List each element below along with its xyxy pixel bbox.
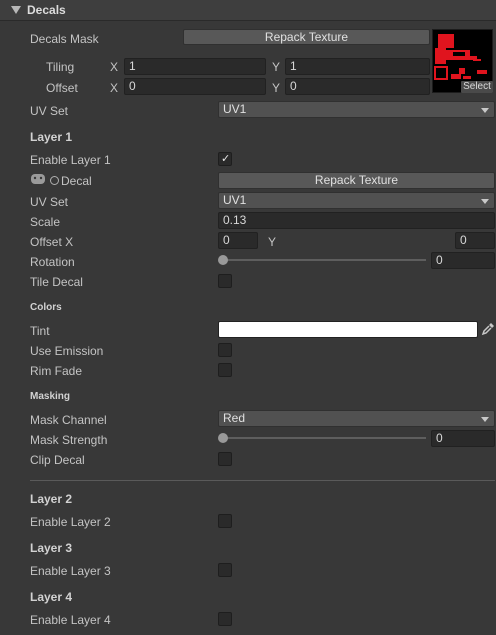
layer1-uv-set-dropdown[interactable]: UV1 [218,192,495,209]
enable-layer2-checkbox[interactable] [218,514,232,528]
enable-layer1-label: Enable Layer 1 [30,153,111,167]
masking-title: Masking [30,391,71,402]
layer1-uv-set-label: UV Set [30,195,69,209]
eyedropper-icon[interactable] [481,322,495,336]
mask-strength-slider[interactable] [218,432,426,444]
scale-label: Scale [30,215,61,229]
offset-y-label: Y [272,81,281,95]
offset-x-label-layer1: Offset X [30,235,74,249]
tiling-x-label: X [110,60,119,74]
enable-layer2-label: Enable Layer 2 [30,515,111,529]
offset-label: Offset [46,81,78,95]
rotation-slider-knob[interactable] [218,255,228,265]
rotation-label: Rotation [30,255,75,269]
tiling-x-field[interactable]: 1 [124,58,266,75]
layer1-repack-texture-button[interactable]: Repack Texture [218,172,495,189]
colors-title: Colors [30,302,62,313]
uv-set-label: UV Set [30,104,69,118]
enable-layer4-checkbox[interactable] [218,612,232,626]
mask-channel-dropdown[interactable]: Red [218,410,495,427]
mask-strength-field[interactable]: 0 [431,430,495,447]
enable-layer3-label: Enable Layer 3 [30,564,111,578]
offset-y-field[interactable]: 0 [285,78,430,95]
repack-texture-button[interactable]: Repack Texture [183,29,430,45]
section-title: Decals [27,3,66,17]
layer1-title: Layer 1 [30,130,73,144]
tile-decal-checkbox[interactable] [218,274,232,288]
decal-label: Decal [61,174,92,188]
decals-foldout-header[interactable] [0,0,496,21]
tile-decal-label: Tile Decal [30,275,83,289]
dropdown-arrow-icon [481,108,489,113]
rotation-field[interactable]: 0 [431,252,495,269]
tiling-y-label: Y [272,60,281,74]
mask-channel-value: Red [223,411,246,425]
checkmark-icon: ✓ [221,152,231,165]
uv-set-dropdown[interactable]: UV1 [218,101,495,118]
tiling-label: Tiling [46,60,75,74]
mask-channel-label: Mask Channel [30,413,107,427]
rim-fade-checkbox[interactable] [218,363,232,377]
clip-decal-checkbox[interactable] [218,452,232,466]
dropdown-arrow-icon [481,417,489,422]
rotation-slider[interactable] [218,254,426,266]
foldout-arrow-icon[interactable] [11,6,21,14]
object-picker-icon[interactable] [50,176,59,185]
rim-fade-label: Rim Fade [30,364,83,378]
tint-color-field[interactable] [218,321,478,338]
use-emission-label: Use Emission [30,344,104,358]
select-texture-button[interactable]: Select [461,81,493,93]
clip-decal-label: Clip Decal [30,453,85,467]
tint-label: Tint [30,324,50,338]
layer1-offset-x-field[interactable]: 0 [218,232,258,249]
scale-field[interactable]: 0.13 [218,212,495,229]
enable-layer4-label: Enable Layer 4 [30,613,111,627]
mask-strength-slider-knob[interactable] [218,433,228,443]
dropdown-arrow-icon [481,199,489,204]
layer4-title: Layer 4 [30,590,73,604]
layer2-title: Layer 2 [30,492,73,506]
gamepad-icon [30,172,46,186]
offset-x-field[interactable]: 0 [124,78,266,95]
section-divider [30,480,495,481]
layer1-offset-y-field[interactable]: 0 [455,232,495,249]
uv-set-value: UV1 [223,102,247,116]
layer1-uv-set-value: UV1 [223,193,247,207]
tiling-y-field[interactable]: 1 [285,58,430,75]
offset-x-label: X [110,81,119,95]
decals-mask-label: Decals Mask [30,32,99,46]
enable-layer1-checkbox[interactable]: ✓ [218,152,232,166]
enable-layer3-checkbox[interactable] [218,563,232,577]
mask-strength-label: Mask Strength [30,433,108,447]
layer3-title: Layer 3 [30,541,73,555]
layer1-offset-y-label: Y [268,235,277,249]
use-emission-checkbox[interactable] [218,343,232,357]
